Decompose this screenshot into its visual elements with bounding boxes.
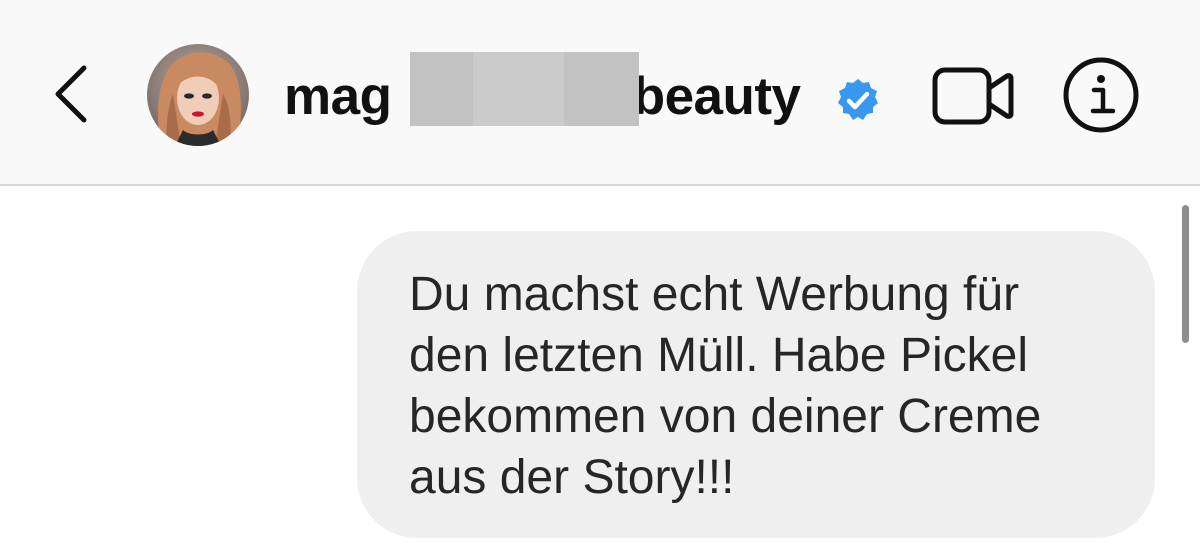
video-camera-icon <box>932 67 1014 125</box>
chevron-left-icon <box>55 65 87 123</box>
message-bubble[interactable]: Du machst echt Werbung für den letzten M… <box>357 231 1155 538</box>
username-suffix: .beauty <box>618 67 801 126</box>
avatar[interactable] <box>147 44 249 146</box>
back-button[interactable] <box>44 60 100 128</box>
message-text: Du machst echt Werbung für den letzten M… <box>409 268 1042 504</box>
chat-header: mag .beauty <box>0 0 1200 186</box>
info-icon <box>1063 57 1139 133</box>
info-button[interactable] <box>1062 56 1140 134</box>
video-call-button[interactable] <box>932 66 1014 126</box>
redaction-block <box>410 52 639 126</box>
username-prefix: mag <box>284 67 392 126</box>
scrollbar[interactable] <box>1182 205 1189 343</box>
verified-badge-icon <box>838 79 878 120</box>
